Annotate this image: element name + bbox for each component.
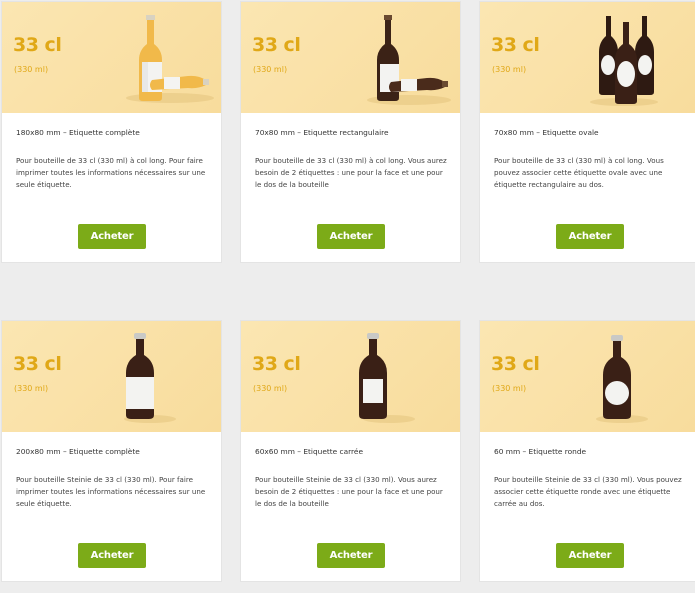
- product-image: 33 cl (330 ml): [2, 321, 221, 432]
- product-card: 33 cl (330 ml) 60 mm – Etiquette ronde P…: [479, 320, 695, 582]
- steinie-bottle-round-label-image: [596, 335, 648, 423]
- product-image: 33 cl (330 ml): [480, 2, 695, 113]
- volume-ml-label: (330 ml): [253, 65, 288, 74]
- volume-label: 33 cl: [491, 353, 540, 375]
- product-description: Pour bouteille de 33 cl (330 ml) à col l…: [494, 156, 664, 189]
- product-card: 33 cl (330 ml) 60x60 mm – Etiquette carr…: [240, 320, 461, 582]
- product-description: Pour bouteille de 33 cl (330 ml) à col l…: [255, 156, 447, 189]
- product-image: 33 cl (330 ml): [241, 2, 460, 113]
- product-card: 33 cl (330 ml) 70x80 mm – Etiquette oval…: [479, 1, 695, 263]
- buy-button[interactable]: Acheter: [78, 224, 146, 249]
- volume-ml-label: (330 ml): [14, 65, 49, 74]
- product-image: 33 cl (330 ml): [2, 2, 221, 113]
- product-description: Pour bouteille Steinie de 33 cl (330 ml)…: [255, 475, 443, 508]
- product-title: 60x60 mm – Etiquette carrée: [255, 447, 364, 456]
- volume-label: 33 cl: [13, 34, 62, 56]
- volume-ml-label: (330 ml): [14, 384, 49, 393]
- buy-button[interactable]: Acheter: [78, 543, 146, 568]
- volume-label: 33 cl: [13, 353, 62, 375]
- product-title: 180x80 mm – Etiquette complète: [16, 128, 140, 137]
- long-neck-bottles-clear-image: [126, 15, 214, 103]
- product-description: Pour bouteille de 33 cl (330 ml) à col l…: [16, 156, 206, 189]
- volume-ml-label: (330 ml): [253, 384, 288, 393]
- product-description: Pour bouteille Steinie de 33 cl (330 ml)…: [494, 475, 682, 508]
- product-title: 70x80 mm – Etiquette ovale: [494, 128, 599, 137]
- product-title: 60 mm – Etiquette ronde: [494, 447, 587, 456]
- product-grid: 33 cl (330 ml) 180x80 mm – Etiquette com…: [0, 0, 695, 593]
- buy-button[interactable]: Acheter: [556, 543, 624, 568]
- product-title: 200x80 mm – Etiquette complète: [16, 447, 140, 456]
- product-image: 33 cl (330 ml): [241, 321, 460, 432]
- steinie-bottle-full-label-image: [124, 333, 176, 423]
- long-neck-bottles-brown-image: [367, 15, 451, 105]
- volume-label: 33 cl: [252, 353, 301, 375]
- product-description: Pour bouteille Steinie de 33 cl (330 ml)…: [16, 475, 206, 508]
- product-card: 33 cl (330 ml) 70x80 mm – Etiquette rect…: [240, 1, 461, 263]
- product-card: 33 cl (330 ml) 180x80 mm – Etiquette com…: [1, 1, 222, 263]
- buy-button[interactable]: Acheter: [317, 543, 385, 568]
- buy-button[interactable]: Acheter: [556, 224, 624, 249]
- steinie-bottle-square-label-image: [359, 333, 415, 423]
- product-card: 33 cl (330 ml) 200x80 mm – Etiquette com…: [1, 320, 222, 582]
- volume-label: 33 cl: [491, 34, 540, 56]
- product-title: 70x80 mm – Etiquette rectangulaire: [255, 128, 389, 137]
- product-image: 33 cl (330 ml): [480, 321, 695, 432]
- volume-ml-label: (330 ml): [492, 384, 527, 393]
- buy-button[interactable]: Acheter: [317, 224, 385, 249]
- volume-ml-label: (330 ml): [492, 65, 527, 74]
- volume-label: 33 cl: [252, 34, 301, 56]
- three-bottles-oval-label-image: [590, 16, 658, 106]
